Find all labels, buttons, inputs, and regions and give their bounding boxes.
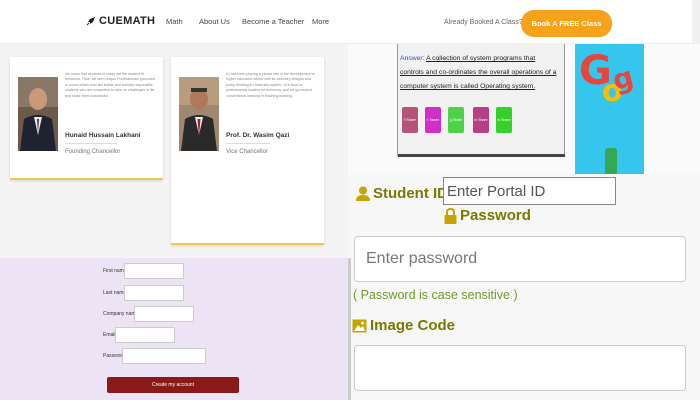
portal-id-input[interactable]	[443, 177, 616, 205]
divider	[398, 154, 565, 157]
share-button-facebook[interactable]: f Share	[402, 107, 418, 133]
share-label: Share	[478, 118, 488, 122]
image-code-label: Image Code	[352, 317, 455, 334]
brand-name: CUEMATH	[99, 15, 156, 27]
person-bio: IU has been playing a pivotal role in th…	[226, 72, 315, 98]
nav-link-math[interactable]: Math	[166, 17, 183, 26]
divider	[65, 143, 117, 144]
quiz-answer-panel: Answer: A collection of system programs …	[397, 44, 565, 156]
company-name-label: Company name	[103, 311, 139, 317]
divider	[226, 143, 270, 144]
nav-link-become-teacher[interactable]: Become a Teacher	[242, 17, 304, 26]
share-button-twitter[interactable]: t Tweet	[425, 107, 441, 133]
company-name-input[interactable]	[134, 306, 194, 322]
book-free-class-button[interactable]: Book A FREE Class	[521, 10, 612, 37]
nav-link-more[interactable]: More	[312, 17, 329, 26]
person-name: Hunaid Hussain Lakhani	[65, 132, 141, 139]
email-label: Email	[103, 332, 116, 338]
password-label: Password	[444, 207, 531, 224]
password-hint: ( Password is case sensitive )	[353, 288, 518, 302]
signup-password-input[interactable]	[122, 348, 206, 364]
email-input[interactable]	[115, 327, 175, 343]
divider	[348, 258, 351, 400]
create-account-button[interactable]: Create my account	[107, 377, 239, 393]
share-button-google-plus[interactable]: g Share	[448, 107, 464, 133]
share-label: Tweet	[429, 118, 439, 122]
person-role: Founding Chancellor	[65, 149, 121, 155]
avatar	[179, 77, 219, 151]
password-input[interactable]	[354, 236, 686, 282]
scrollbar-strip	[692, 0, 700, 44]
student-id-label: Student ID	[356, 185, 448, 202]
lock-icon	[444, 207, 457, 224]
image-icon	[352, 319, 367, 332]
quiz-answer-text: Answer: A collection of system programs …	[400, 52, 560, 94]
share-button-whatsapp[interactable]: w Share	[496, 107, 512, 133]
person-name: Prof. Dr. Wasim Qazi	[226, 132, 290, 139]
share-label: Share	[501, 118, 511, 122]
last-name-label: Last name	[103, 290, 127, 296]
rocket-icon	[86, 17, 95, 26]
person-card-vice-chancellor: IU has been playing a pivotal role in th…	[171, 57, 324, 245]
person-role: Vice Chancellor	[226, 149, 268, 155]
image-code-input[interactable]	[354, 345, 686, 391]
answer-label: Answer:	[400, 55, 425, 62]
avatar	[18, 77, 58, 151]
user-icon	[356, 186, 370, 201]
person-card-chancellor: We know that students of today are the l…	[10, 57, 163, 180]
google-logo-image: G o g	[575, 44, 644, 174]
share-label: Share	[452, 118, 463, 122]
share-button-linkedin[interactable]: in Share	[473, 107, 489, 133]
share-label: Share	[406, 118, 416, 122]
already-booked-link[interactable]: Already Booked A Class?	[444, 19, 523, 26]
last-name-input[interactable]	[124, 285, 184, 301]
first-name-input[interactable]	[124, 263, 184, 279]
top-navbar: CUEMATH Math About Us Become a Teacher M…	[0, 0, 700, 44]
cuemath-logo[interactable]: CUEMATH	[86, 15, 155, 27]
person-bio: We know that students of today are the l…	[65, 72, 156, 98]
nav-link-about-us[interactable]: About Us	[199, 17, 230, 26]
